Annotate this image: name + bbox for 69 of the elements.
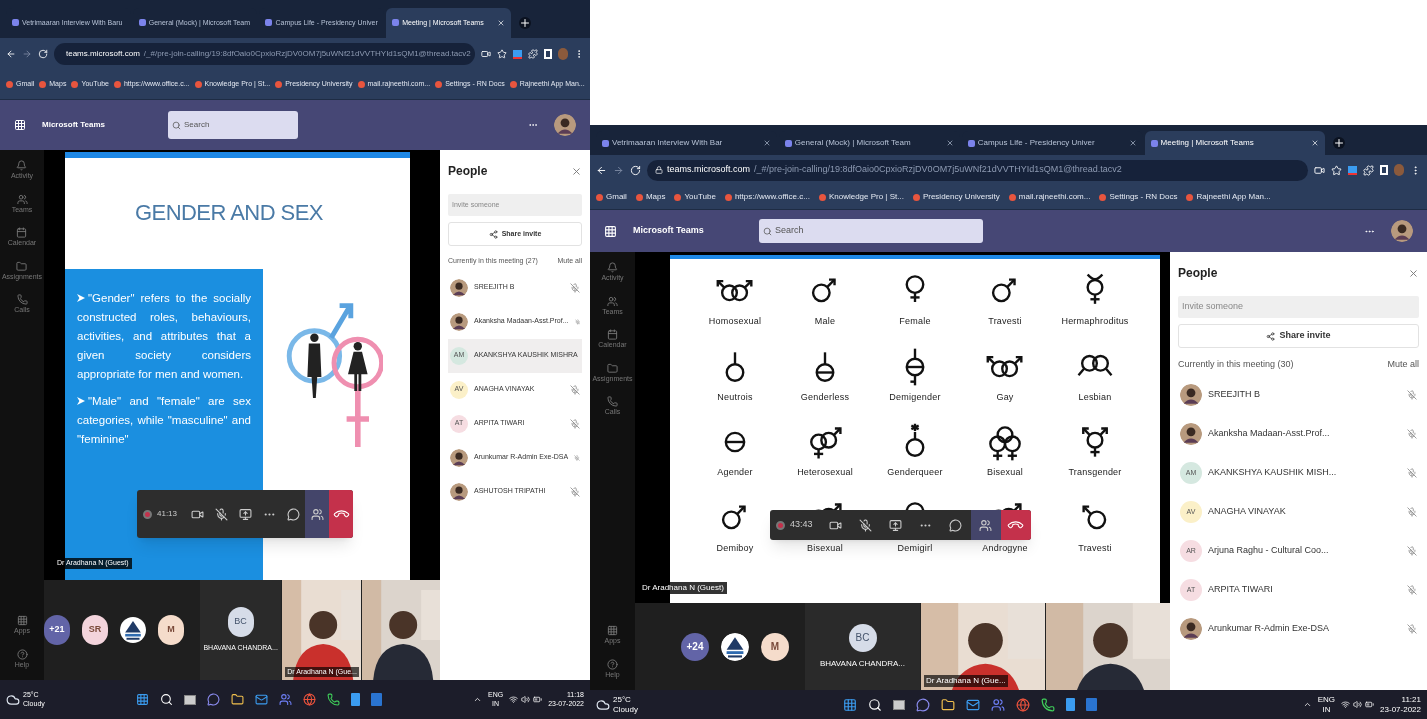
address-field[interactable]: teams.microsoft.com /_#/pre-join-calling/19:8dfOaio0CpxioRzjDV0OM7j5uWNf21dVVTHYId1sQM1@thread.tacv2 [54,42,475,66]
symbol-label: Neutrois [717,390,753,404]
call-timer: 41:13 [157,508,178,520]
participant-name: SREEJITH B [1208,388,1261,402]
clock-time[interactable]: 11:21 [1401,694,1421,705]
temperature: 25°C [613,694,632,705]
symbol-label: Male [814,315,836,328]
avatar: BC [227,606,254,637]
bookmark-link[interactable]: https://www.office.c... [734,191,810,203]
participant-name: ANAGHA VINAYAK [1208,505,1287,519]
symbol-label: Demigirl [897,541,933,555]
bookmark-link[interactable]: mail.rajneethi.com... [1018,191,1091,203]
language-text[interactable]: ENG [1317,694,1336,705]
participant-name: Dr Aradhana N (Gue... [924,675,1008,687]
avatar[interactable]: M [158,615,184,645]
symbol-label: Lesbian [1078,390,1112,404]
share-invite-button[interactable]: Share invite [1178,324,1419,348]
bookmark-link[interactable]: Knowledge Pro | St... [828,191,904,203]
symbol-label: Demiboy [716,541,754,555]
symbol-label: Genderqueer [887,466,943,479]
browser-tab[interactable]: Meeting | Microsoft Teams [1144,131,1326,155]
participant-name: BHAVANA CHANDRA... [819,657,906,670]
participant-name: ARPITA TIWARI [1208,583,1274,597]
symbol-label: Gay [996,390,1014,404]
avatar: BC [848,623,877,652]
avatar[interactable]: +21 [44,615,70,645]
slide-title: GENDER AND SEX [134,199,324,227]
symbol-label: Travesti [1078,541,1112,555]
bullet-text: "Male" and "female" are sex categories, while "masculine" and "feminine" [77,394,251,447]
weather-text: Cloudy [613,704,638,715]
symbol-label: Travesti [988,315,1022,328]
address-field[interactable]: teams.microsoft.com /_#/pre-join-calling/19:8dfOaio0CpxioRzjDV0OM7j5uWNf21dVVTHYId1sQM1@thread.tacv2 [647,159,1308,181]
participant-name: Akanksha Madaan-Asst.Prof... [1208,427,1331,441]
clock-date[interactable]: 23-07-2022 [1380,704,1421,715]
symbol-label: Agender [717,466,753,479]
symbol-label: Bisexual [987,466,1023,479]
participant-name: AKANKSHYA KAUSHIK MISH... [1208,466,1338,480]
call-timer: 43:43 [790,518,813,532]
bookmark-link[interactable]: Gmail [606,191,627,203]
bookmark-link[interactable]: Maps [645,191,666,203]
symbol-label: Homosexual [708,315,762,328]
bookmark-link[interactable]: Rajneethi App Man... [1196,191,1271,203]
region-text[interactable]: IN [1322,704,1331,715]
symbol-label: Bisexual [807,541,843,555]
symbol-label: Heterosexual [797,466,853,479]
symbol-label: Female [899,315,931,328]
symbol-label: Hermaphroditus [1061,315,1129,328]
avatar[interactable]: M [761,632,789,661]
search-field[interactable]: Search [759,219,984,243]
app-name: Microsoft Teams [42,119,106,131]
participant-name: Arjuna Raghu - Cultural Coo... [1208,544,1330,558]
bookmark-link[interactable]: Presidency University [922,191,1000,203]
bookmark-link[interactable]: Settings - RN Docs [1109,191,1178,203]
symbol-label: Transgender [1068,466,1122,479]
symbol-label: Androgyne [982,541,1028,555]
bullet-text: "Gender" refers to the socially constructed roles, behaviours, activities, and attributes that a given society considers appropriate for men and women. [77,291,251,382]
mute-all-link[interactable]: Mute all [1387,358,1419,372]
avatar[interactable]: SR [82,615,108,645]
presenter-label: Dr Aradhana N (Guest) [639,582,727,594]
symbol-label: Genderless [800,390,850,404]
panel-title: People [1178,265,1218,282]
section-header[interactable]: Currently in this meeting (30) [1178,358,1294,372]
app-name: Microsoft Teams [633,224,705,238]
participant-name: Arunkumar R-Admin Exe-DSA [1208,622,1331,636]
bookmark-link[interactable]: YouTube [684,191,716,203]
panel-title: People [448,163,488,180]
search-field[interactable]: Search [168,111,299,139]
avatar[interactable]: +24 [681,632,709,661]
symbol-label: Demigender [889,390,941,404]
